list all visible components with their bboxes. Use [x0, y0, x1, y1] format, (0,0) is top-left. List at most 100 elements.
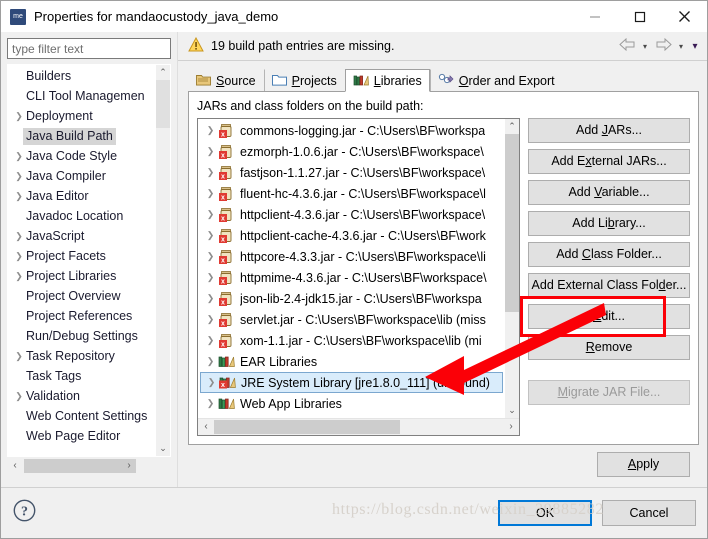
forward-arrow-icon[interactable]	[653, 37, 673, 54]
add-external-jars-button[interactable]: Add External JARs...	[528, 149, 690, 174]
sidebar-item-project-overview[interactable]: Project Overview	[8, 286, 158, 306]
sidebar-item-java-build-path[interactable]: Java Build Path	[8, 126, 158, 146]
view-menu-caret-icon[interactable]: ▾	[689, 41, 701, 52]
chevron-right-icon[interactable]: ❯	[203, 209, 218, 220]
chevron-right-icon[interactable]: ❯	[12, 246, 26, 266]
tree-hscroll-thumb[interactable]	[24, 459, 136, 473]
sidebar-item-validation[interactable]: ❯ Validation	[8, 386, 158, 406]
sidebar-item-task-repository[interactable]: ❯ Task Repository	[8, 346, 158, 366]
back-dropdown-caret-icon[interactable]: ▾	[639, 42, 651, 51]
tab-order-and-export[interactable]: Order and Export	[429, 69, 563, 91]
add-external-class-folder-button[interactable]: Add External Class Folder...	[528, 273, 690, 298]
tab-source[interactable]: Source	[188, 69, 264, 91]
jars-scroll-down-button[interactable]: ⌄	[505, 403, 519, 418]
chevron-right-icon[interactable]: ❯	[12, 106, 26, 126]
help-question-icon[interactable]: ?	[13, 499, 36, 525]
jars-scroll-left-button[interactable]: ‹	[198, 419, 214, 435]
sidebar-item-project-libraries[interactable]: ❯ Project Libraries	[8, 266, 158, 286]
chevron-right-icon[interactable]: ❯	[203, 398, 218, 409]
tree-horizontal-scrollbar[interactable]: ‹ ›	[7, 458, 171, 474]
chevron-right-icon[interactable]: ❯	[203, 188, 218, 199]
tree-vertical-scrollbar[interactable]: ⌃ ⌄	[156, 65, 170, 456]
chevron-right-icon[interactable]: ❯	[203, 293, 218, 304]
chevron-right-icon[interactable]: ❯	[204, 377, 219, 388]
sidebar-item-task-tags[interactable]: Task Tags	[8, 366, 158, 386]
jars-list[interactable]: ❯ x commons-logging.jar - C:\Users\BF\work…	[197, 118, 520, 436]
tab-projects[interactable]: Projects	[263, 69, 345, 91]
forward-dropdown-caret-icon[interactable]: ▾	[675, 42, 687, 51]
jar-list-row[interactable]: ❯ x commons-logging.jar - C:\Users\BF\work…	[198, 120, 505, 141]
sidebar-item-web-page-editor[interactable]: Web Page Editor	[8, 426, 158, 446]
jar-list-row[interactable]: ❯ x fluent-hc-4.3.6.jar - C:\Users\BF\work…	[198, 183, 505, 204]
chevron-right-icon[interactable]: ❯	[203, 146, 218, 157]
chevron-right-icon[interactable]: ❯	[12, 266, 26, 286]
chevron-right-icon[interactable]: ❯	[12, 386, 26, 406]
chevron-right-icon[interactable]: ❯	[12, 166, 26, 186]
jar-list-row[interactable]: ❯ x fastjson-1.1.27.jar - C:\Users\BF\work…	[198, 162, 505, 183]
add-class-folder-button[interactable]: Add Class Folder...	[528, 242, 690, 267]
chevron-right-icon[interactable]: ❯	[203, 251, 218, 262]
sidebar-item-javadoc-location[interactable]: Javadoc Location	[8, 206, 158, 226]
sidebar-item-cli-tool-managemen[interactable]: CLI Tool Managemen	[8, 86, 158, 106]
chevron-right-icon[interactable]: ❯	[203, 230, 218, 241]
chevron-right-icon[interactable]: ❯	[203, 167, 218, 178]
sidebar-item-project-facets[interactable]: ❯ Project Facets	[8, 246, 158, 266]
sidebar-item-java-compiler[interactable]: ❯ Java Compiler	[8, 166, 158, 186]
jar-list-row[interactable]: ❯ EAR Libraries	[198, 351, 505, 372]
sidebar-item-run-debug-settings[interactable]: Run/Debug Settings	[8, 326, 158, 346]
jar-list-row[interactable]: ❯ x json-lib-2.4-jdk15.jar - C:\Users\BF\w…	[198, 288, 505, 309]
jars-vertical-scrollbar[interactable]: ⌃ ⌄	[505, 119, 519, 418]
add-library-button[interactable]: Add Library...	[528, 211, 690, 236]
jars-horizontal-scrollbar[interactable]: ‹ ›	[198, 418, 519, 435]
chevron-right-icon[interactable]: ❯	[203, 314, 218, 325]
filter-input[interactable]	[7, 38, 171, 59]
jar-list-row[interactable]: ❯ x JRE System Library [jre1.8.0_111] (unb…	[200, 372, 503, 393]
jar-list-row[interactable]: ❯ x httpclient-4.3.6.jar - C:\Users\BF\wor…	[198, 204, 505, 225]
chevron-right-icon[interactable]: ❯	[12, 186, 26, 206]
jar-list-row[interactable]: ❯ x httpcore-4.3.3.jar - C:\Users\BF\works…	[198, 246, 505, 267]
remove-button[interactable]: Remove	[528, 335, 690, 360]
tree-scroll-thumb[interactable]	[156, 80, 170, 128]
chevron-right-icon[interactable]: ❯	[203, 125, 218, 136]
chevron-right-icon[interactable]: ❯	[203, 356, 218, 367]
chevron-right-icon[interactable]: ❯	[12, 226, 26, 246]
sidebar-item-deployment[interactable]: ❯ Deployment	[8, 106, 158, 126]
tree-scroll-left-button[interactable]: ‹	[7, 458, 23, 474]
chevron-right-icon[interactable]: ❯	[12, 346, 26, 366]
chevron-right-icon[interactable]: ❯	[203, 335, 218, 346]
minimize-button[interactable]	[572, 1, 617, 32]
add-jars-button[interactable]: Add JARs...	[528, 118, 690, 143]
sidebar-item-javascript[interactable]: ❯ JavaScript	[8, 226, 158, 246]
apply-button[interactable]: Apply	[597, 452, 690, 477]
jars-scroll-thumb[interactable]	[505, 134, 519, 312]
edit-button[interactable]: Edit...	[528, 304, 690, 329]
jars-scroll-up-button[interactable]: ⌃	[505, 119, 519, 134]
jar-list-row[interactable]: ❯ x ezmorph-1.0.6.jar - C:\Users\BF\worksp…	[198, 141, 505, 162]
jars-scroll-right-button[interactable]: ›	[503, 419, 519, 435]
back-arrow-icon[interactable]	[617, 37, 637, 54]
add-variable-button[interactable]: Add Variable...	[528, 180, 690, 205]
tab-libraries[interactable]: Libraries	[344, 69, 430, 92]
sidebar-item-project-references[interactable]: Project References	[8, 306, 158, 326]
maximize-button[interactable]	[617, 1, 662, 32]
jars-hscroll-thumb[interactable]	[214, 420, 400, 434]
jar-list-row[interactable]: ❯ x xom-1.1.jar - C:\Users\BF\workspace\li…	[198, 330, 505, 351]
cancel-button[interactable]: Cancel	[602, 500, 696, 526]
jar-list-row[interactable]: ❯ Web App Libraries	[198, 393, 505, 414]
jar-list-row[interactable]: ❯ x servlet.jar - C:\Users\BF\workspace\li…	[198, 309, 505, 330]
tree-scroll-up-button[interactable]: ⌃	[156, 65, 170, 80]
chevron-right-icon[interactable]: ❯	[12, 146, 26, 166]
close-button[interactable]	[662, 1, 707, 32]
tree-scroll-right-button[interactable]: ›	[121, 458, 137, 474]
sidebar-item-java-editor[interactable]: ❯ Java Editor	[8, 186, 158, 206]
jar-list-row[interactable]: ❯ x httpmime-4.3.6.jar - C:\Users\BF\works…	[198, 267, 505, 288]
jar-list-row[interactable]: ❯ x httpclient-cache-4.3.6.jar - C:\Users\…	[198, 225, 505, 246]
tree-scroll-down-button[interactable]: ⌄	[156, 441, 170, 456]
ok-button[interactable]: OK	[498, 500, 592, 526]
settings-tree[interactable]: Builders CLI Tool Managemen ❯ Deployment Jav…	[7, 64, 171, 457]
sidebar-item-builders[interactable]: Builders	[8, 66, 158, 86]
jar-missing-icon: x	[218, 165, 236, 181]
chevron-right-icon[interactable]: ❯	[203, 272, 218, 283]
sidebar-item-java-code-style[interactable]: ❯ Java Code Style	[8, 146, 158, 166]
sidebar-item-web-content-settings[interactable]: Web Content Settings	[8, 406, 158, 426]
